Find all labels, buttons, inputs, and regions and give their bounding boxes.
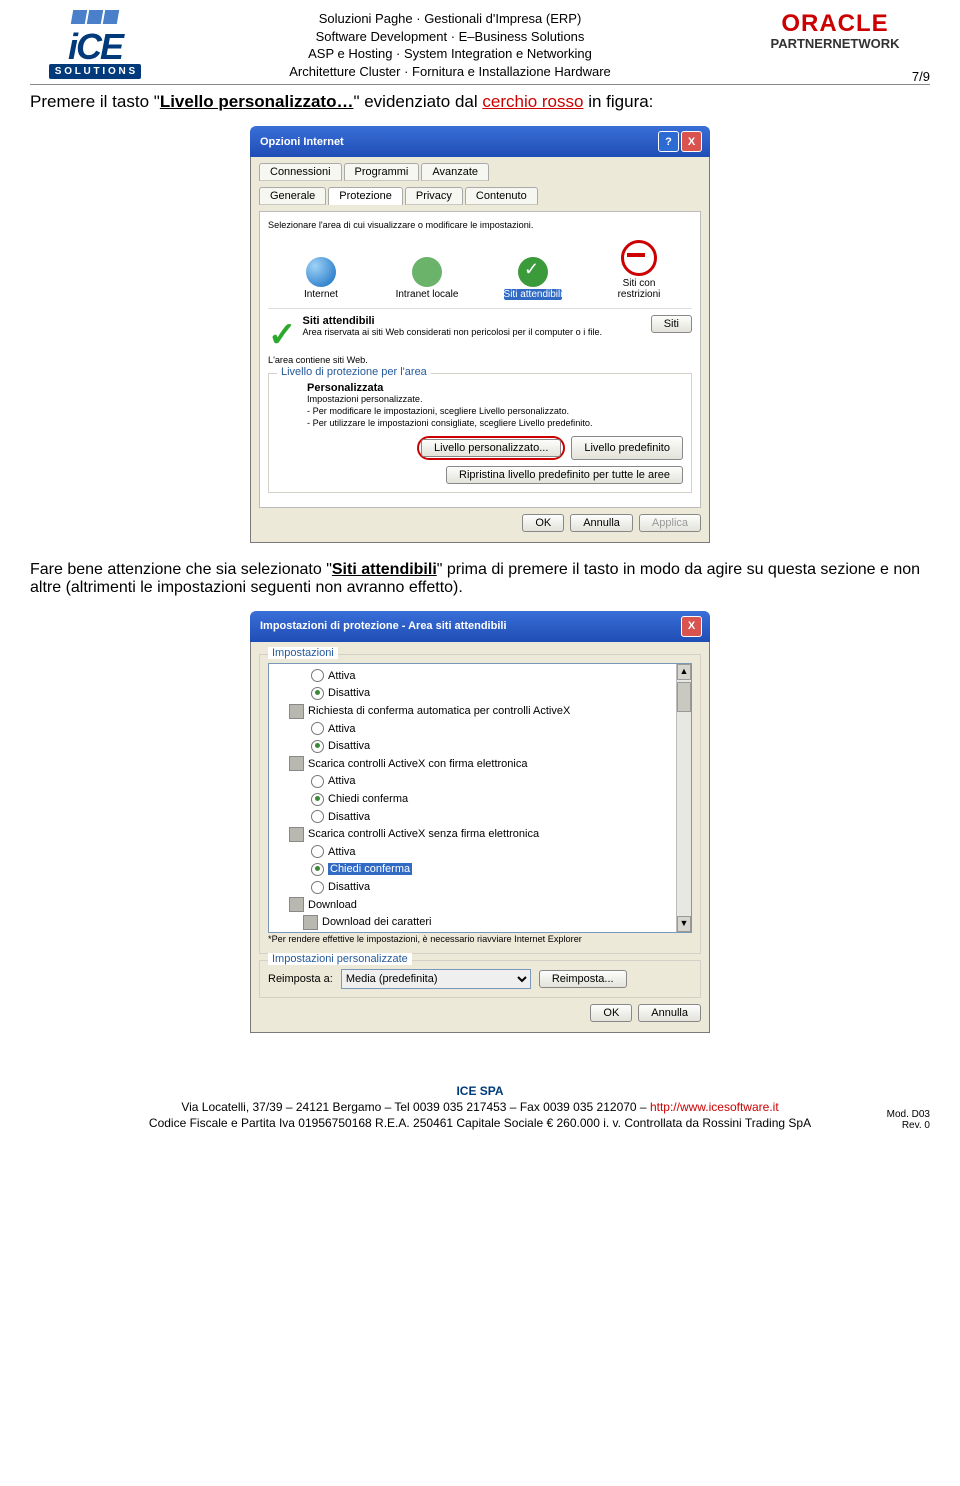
dialog-title-2: Impostazioni di protezione - Area siti a… [260,620,507,632]
settings-group: Impostazioni Attiva Disattiva Richiesta … [259,654,701,954]
tab-generale[interactable]: Generale [259,187,326,205]
gear-icon [289,756,304,771]
dialog-title: Opzioni Internet [260,136,344,148]
close-icon[interactable]: X [681,131,702,152]
check-icon: ✓ [268,315,297,355]
highlighted-button: Livello personalizzato... [417,436,565,460]
oracle-logo: ORACLE PARTNERNETWORK [740,10,930,51]
close-icon[interactable]: X [681,616,702,637]
radio-off[interactable] [311,669,324,682]
instruction-1: Premere il tasto "Livello personalizzato… [30,92,930,112]
zone-intranet[interactable]: Intranet locale [391,257,463,300]
tab-avanzate[interactable]: Avanzate [421,163,489,181]
gear-icon [303,915,318,930]
scrollbar[interactable]: ▲ ▼ [676,664,691,932]
tab-programmi[interactable]: Programmi [344,163,420,181]
zone-picker: Internet Intranet locale Siti attendibil… [268,240,692,300]
instruction-2: Fare bene attenzione che sia selezionato… [30,561,930,597]
settings-list[interactable]: Attiva Disattiva Richiesta di conferma a… [268,663,692,933]
globe-icon [306,257,336,287]
gear-icon [289,704,304,719]
ok-button[interactable]: OK [522,514,564,532]
apply-button: Applica [639,514,701,532]
checkmark-icon [518,257,548,287]
cancel-button[interactable]: Annulla [570,514,633,532]
download-icon [289,897,304,912]
zone-restricted[interactable]: Siti con restrizioni [603,240,675,300]
scroll-thumb[interactable] [677,682,691,712]
intranet-icon [412,257,442,287]
zone-internet[interactable]: Internet [285,257,357,300]
dialog-titlebar-2[interactable]: Impostazioni di protezione - Area siti a… [250,611,710,642]
header-taglines: Soluzioni Paghe · Gestionali d'Impresa (… [172,10,728,80]
ice-logo: iCE S O L U T I O N S [30,10,160,79]
custom-level-button[interactable]: Livello personalizzato... [421,439,561,457]
reset-all-button[interactable]: Ripristina livello predefinito per tutte… [446,466,683,484]
radio-on[interactable] [311,687,324,700]
reset-to-label: Reimposta a: [268,973,333,985]
doc-revision: Mod. D03Rev. 0 [887,1109,930,1131]
dialog-titlebar[interactable]: Opzioni Internet ? X [250,126,710,157]
tab-connessioni[interactable]: Connessioni [259,163,342,181]
default-level-button[interactable]: Livello predefinito [571,436,683,460]
tab-privacy[interactable]: Privacy [405,187,463,205]
sites-button[interactable]: Siti [651,315,692,333]
internet-options-dialog: Opzioni Internet ? X Connessioni Program… [250,126,710,543]
cancel-button[interactable]: Annulla [638,1004,701,1022]
tab-contenuto[interactable]: Contenuto [465,187,538,205]
scroll-up-icon[interactable]: ▲ [677,664,691,680]
tab-row-top: Connessioni Programmi Avanzate [259,163,701,181]
security-settings-dialog: Impostazioni di protezione - Area siti a… [250,611,710,1033]
trusted-title: Siti attendibili [303,315,375,327]
zone-instruction: Selezionare l'area di cui visualizzare o… [268,220,692,232]
tab-row-bottom: Generale Protezione Privacy Contenuto [259,187,701,205]
gear-icon [289,827,304,842]
custom-settings-group: Impostazioni personalizzate Reimposta a:… [259,960,701,998]
restricted-icon [621,240,657,276]
tab-protezione[interactable]: Protezione [328,187,403,205]
scroll-down-icon[interactable]: ▼ [677,916,691,932]
reset-button[interactable]: Reimposta... [539,970,627,988]
restart-note: *Per rendere effettive le impostazioni, … [268,934,582,944]
help-icon[interactable]: ? [658,131,679,152]
page-footer: ICE SPA Via Locatelli, 37/39 – 24121 Ber… [30,1083,930,1132]
protection-level-group: Livello di protezione per l'area Persona… [268,373,692,493]
reset-select[interactable]: Media (predefinita) [341,969,531,989]
zone-trusted[interactable]: Siti attendibili [497,257,569,300]
trusted-desc: Area riservata ai siti Web considerati n… [268,327,692,339]
ok-button[interactable]: OK [590,1004,632,1022]
